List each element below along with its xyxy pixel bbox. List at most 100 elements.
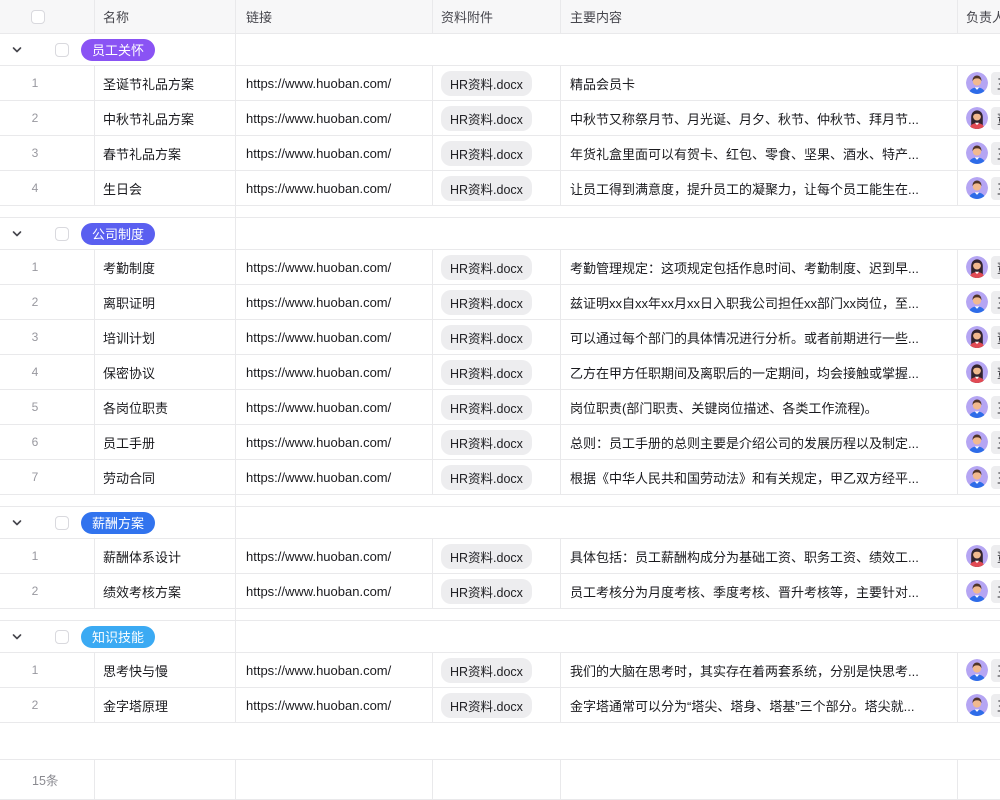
chevron-down-icon[interactable]: [10, 630, 24, 644]
attachment-chip[interactable]: HR资料.docx: [441, 395, 532, 420]
owner-cell[interactable]: 董: [958, 355, 1000, 389]
content-cell[interactable]: 岗位职责(部门职责、关键岗位描述、各类工作流程)。: [561, 390, 958, 424]
owner-cell[interactable]: 董: [958, 250, 1000, 284]
name-cell[interactable]: 保密协议: [95, 355, 236, 389]
attachment-chip[interactable]: HR资料.docx: [441, 325, 532, 350]
attachment-chip[interactable]: HR资料.docx: [441, 544, 532, 569]
content-cell[interactable]: 精品会员卡: [561, 66, 958, 100]
content-cell[interactable]: 中秋节又称祭月节、月光诞、月夕、秋节、仲秋节、拜月节...: [561, 101, 958, 135]
table-row[interactable]: 1思考快与慢https://www.huoban.com/HR资料.docx我们…: [0, 653, 1000, 688]
link-cell[interactable]: https://www.huoban.com/: [236, 574, 433, 608]
group-select-checkbox[interactable]: [55, 516, 69, 530]
owner-cell[interactable]: 王: [958, 66, 1000, 100]
link-text[interactable]: https://www.huoban.com/: [236, 365, 391, 380]
chevron-down-icon[interactable]: [10, 227, 24, 241]
table-row[interactable]: 2金字塔原理https://www.huoban.com/HR资料.docx金字…: [0, 688, 1000, 723]
link-cell[interactable]: https://www.huoban.com/: [236, 136, 433, 170]
name-cell[interactable]: 薪酬体系设计: [95, 539, 236, 573]
owner-cell[interactable]: 王: [958, 653, 1000, 687]
link-cell[interactable]: https://www.huoban.com/: [236, 425, 433, 459]
link-text[interactable]: https://www.huoban.com/: [236, 470, 391, 485]
link-text[interactable]: https://www.huoban.com/: [236, 146, 391, 161]
attachment-chip[interactable]: HR资料.docx: [441, 579, 532, 604]
attachment-chip[interactable]: HR资料.docx: [441, 176, 532, 201]
attachment-cell[interactable]: HR资料.docx: [433, 250, 561, 284]
owner-cell[interactable]: 王: [958, 574, 1000, 608]
table-row[interactable]: 5各岗位职责https://www.huoban.com/HR资料.docx岗位…: [0, 390, 1000, 425]
table-row[interactable]: 2中秋节礼品方案https://www.huoban.com/HR资料.docx…: [0, 101, 1000, 136]
content-cell[interactable]: 乙方在甲方任职期间及离职后的一定期间，均会接触或掌握...: [561, 355, 958, 389]
content-cell[interactable]: 具体包括：员工薪酬构成分为基础工资、职务工资、绩效工...: [561, 539, 958, 573]
content-cell[interactable]: 总则：员工手册的总则主要是介绍公司的发展历程以及制定...: [561, 425, 958, 459]
table-row[interactable]: 2绩效考核方案https://www.huoban.com/HR资料.docx员…: [0, 574, 1000, 609]
attachment-cell[interactable]: HR资料.docx: [433, 171, 561, 205]
chevron-down-icon[interactable]: [10, 516, 24, 530]
chevron-down-icon[interactable]: [10, 43, 24, 57]
group-select-checkbox[interactable]: [55, 43, 69, 57]
attachment-chip[interactable]: HR资料.docx: [441, 106, 532, 131]
content-cell[interactable]: 年货礼盒里面可以有贺卡、红包、零食、坚果、酒水、特产...: [561, 136, 958, 170]
attachment-chip[interactable]: HR资料.docx: [441, 141, 532, 166]
content-cell[interactable]: 员工考核分为月度考核、季度考核、晋升考核等，主要针对...: [561, 574, 958, 608]
name-cell[interactable]: 生日会: [95, 171, 236, 205]
attachment-cell[interactable]: HR资料.docx: [433, 66, 561, 100]
owner-cell[interactable]: 王: [958, 136, 1000, 170]
attachment-chip[interactable]: HR资料.docx: [441, 465, 532, 490]
content-cell[interactable]: 考勤管理规定：这项规定包括作息时间、考勤制度、迟到早...: [561, 250, 958, 284]
table-row[interactable]: 6员工手册https://www.huoban.com/HR资料.docx总则：…: [0, 425, 1000, 460]
name-cell[interactable]: 中秋节礼品方案: [95, 101, 236, 135]
content-cell[interactable]: 可以通过每个部门的具体情况进行分析。或者前期进行一些...: [561, 320, 958, 354]
name-cell[interactable]: 员工手册: [95, 425, 236, 459]
group-badge[interactable]: 公司制度: [81, 223, 155, 245]
name-cell[interactable]: 考勤制度: [95, 250, 236, 284]
table-row[interactable]: 7劳动合同https://www.huoban.com/HR资料.docx根据《…: [0, 460, 1000, 495]
name-cell[interactable]: 培训计划: [95, 320, 236, 354]
link-cell[interactable]: https://www.huoban.com/: [236, 285, 433, 319]
attachment-chip[interactable]: HR资料.docx: [441, 290, 532, 315]
name-cell[interactable]: 春节礼品方案: [95, 136, 236, 170]
link-cell[interactable]: https://www.huoban.com/: [236, 66, 433, 100]
name-cell[interactable]: 绩效考核方案: [95, 574, 236, 608]
link-cell[interactable]: https://www.huoban.com/: [236, 688, 433, 722]
link-text[interactable]: https://www.huoban.com/: [236, 435, 391, 450]
content-cell[interactable]: 我们的大脑在思考时，其实存在着两套系统，分别是快思考...: [561, 653, 958, 687]
attachment-cell[interactable]: HR资料.docx: [433, 101, 561, 135]
group-badge[interactable]: 薪酬方案: [81, 512, 155, 534]
name-cell[interactable]: 圣诞节礼品方案: [95, 66, 236, 100]
link-text[interactable]: https://www.huoban.com/: [236, 663, 391, 678]
table-row[interactable]: 4保密协议https://www.huoban.com/HR资料.docx乙方在…: [0, 355, 1000, 390]
name-cell[interactable]: 劳动合同: [95, 460, 236, 494]
attachment-cell[interactable]: HR资料.docx: [433, 390, 561, 424]
link-text[interactable]: https://www.huoban.com/: [236, 260, 391, 275]
link-cell[interactable]: https://www.huoban.com/: [236, 171, 433, 205]
link-text[interactable]: https://www.huoban.com/: [236, 76, 391, 91]
link-text[interactable]: https://www.huoban.com/: [236, 584, 391, 599]
attachment-cell[interactable]: HR资料.docx: [433, 688, 561, 722]
attachment-chip[interactable]: HR资料.docx: [441, 430, 532, 455]
link-text[interactable]: https://www.huoban.com/: [236, 330, 391, 345]
attachment-chip[interactable]: HR资料.docx: [441, 71, 532, 96]
group-select-checkbox[interactable]: [55, 227, 69, 241]
attachment-cell[interactable]: HR资料.docx: [433, 460, 561, 494]
content-cell[interactable]: 根据《中华人民共和国劳动法》和有关规定，甲乙双方经平...: [561, 460, 958, 494]
attachment-cell[interactable]: HR资料.docx: [433, 574, 561, 608]
attachment-chip[interactable]: HR资料.docx: [441, 693, 532, 718]
owner-cell[interactable]: 董: [958, 101, 1000, 135]
content-cell[interactable]: 兹证明xx自xx年xx月xx日入职我公司担任xx部门xx岗位，至...: [561, 285, 958, 319]
attachment-chip[interactable]: HR资料.docx: [441, 255, 532, 280]
table-row[interactable]: 3春节礼品方案https://www.huoban.com/HR资料.docx年…: [0, 136, 1000, 171]
name-cell[interactable]: 各岗位职责: [95, 390, 236, 424]
owner-cell[interactable]: 王: [958, 390, 1000, 424]
owner-cell[interactable]: 王: [958, 171, 1000, 205]
owner-cell[interactable]: 王: [958, 425, 1000, 459]
attachment-cell[interactable]: HR资料.docx: [433, 136, 561, 170]
attachment-cell[interactable]: HR资料.docx: [433, 539, 561, 573]
attachment-cell[interactable]: HR资料.docx: [433, 355, 561, 389]
link-cell[interactable]: https://www.huoban.com/: [236, 460, 433, 494]
name-cell[interactable]: 离职证明: [95, 285, 236, 319]
group-badge[interactable]: 员工关怀: [81, 39, 155, 61]
content-cell[interactable]: 金字塔通常可以分为“塔尖、塔身、塔基”三个部分。塔尖就...: [561, 688, 958, 722]
attachment-chip[interactable]: HR资料.docx: [441, 658, 532, 683]
table-row[interactable]: 1薪酬体系设计https://www.huoban.com/HR资料.docx具…: [0, 539, 1000, 574]
owner-cell[interactable]: 王: [958, 285, 1000, 319]
